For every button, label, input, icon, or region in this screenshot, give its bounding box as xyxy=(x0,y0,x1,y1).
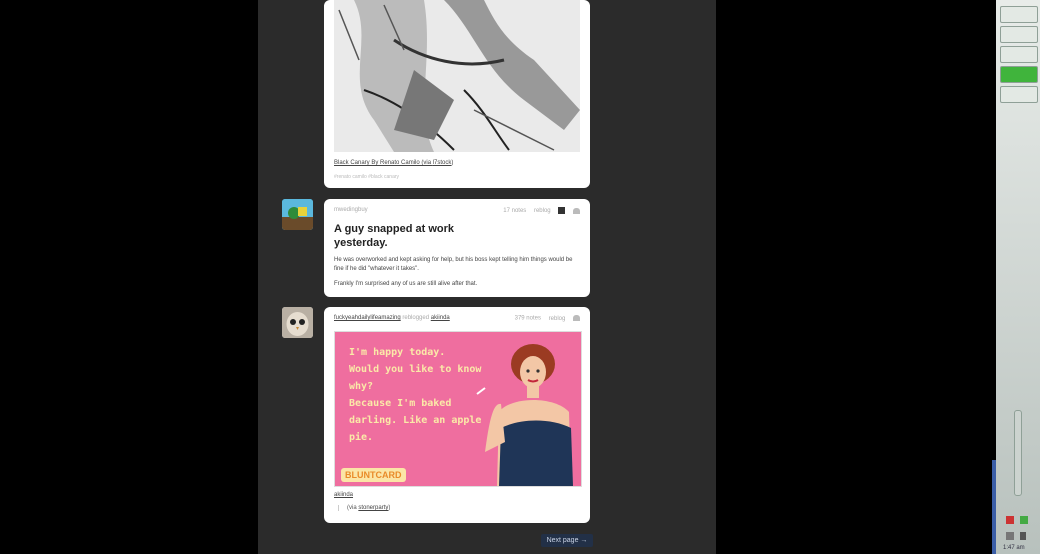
notepad-icon[interactable] xyxy=(1000,26,1038,43)
network-icon[interactable] xyxy=(1006,516,1014,524)
post-text: mwedingbuy 17 notes reblog A guy snapped… xyxy=(324,199,590,297)
caption-text[interactable]: Black Canary By Renato Camilo (via xyxy=(334,160,433,166)
app-active-icon[interactable] xyxy=(1000,66,1038,83)
monitor-icon[interactable] xyxy=(1006,532,1014,540)
retro-woman-illustration xyxy=(476,344,573,486)
reblogged-label: reblogged xyxy=(402,315,430,321)
next-page-button[interactable]: Next page → xyxy=(541,534,593,547)
blank-pane xyxy=(730,0,992,554)
post-title: A guy snapped at work yesterday. xyxy=(334,223,455,249)
folder-icon-2[interactable] xyxy=(1000,86,1038,103)
post-body-2: Frankly I'm surprised any of us are stil… xyxy=(334,281,478,287)
ask-icon[interactable] xyxy=(558,207,566,214)
heart-icon[interactable] xyxy=(573,207,580,214)
notes-count[interactable]: 379 notes xyxy=(515,316,541,322)
post-caption: Black Canary By Renato Camilo (via l7sto… xyxy=(334,160,453,166)
via-suffix: ) xyxy=(388,505,391,511)
post-meta: mwedingbuy 17 notes reblog xyxy=(334,207,580,217)
caption-end: ) xyxy=(451,160,454,166)
notes-count[interactable]: 17 notes xyxy=(503,208,526,214)
source-user-link[interactable]: akiinda xyxy=(431,315,450,321)
reblog-link[interactable]: reblog xyxy=(549,316,566,322)
post-image: Black Canary By Renato Camilo (via l7sto… xyxy=(324,0,590,188)
post-tags[interactable]: #renato camilo #black canary xyxy=(334,174,399,180)
status-icon[interactable] xyxy=(1020,516,1028,524)
via-quote: (via stonerparty) xyxy=(338,505,390,511)
via-prefix: (via xyxy=(347,505,359,511)
source-link[interactable]: akiinda xyxy=(334,492,353,498)
ecard-brand: BLUNTCARD xyxy=(341,468,406,482)
clock: 1:47 am xyxy=(1003,545,1025,551)
post-meta: fuckyeahdailylifeamazing reblogged akiin… xyxy=(334,315,580,325)
via-link[interactable]: l7stock xyxy=(433,160,452,166)
via-link[interactable]: stonerparty xyxy=(358,505,388,511)
firefox-icon[interactable] xyxy=(1000,46,1038,63)
os-sidebar xyxy=(996,0,1040,554)
post-username[interactable]: mwedingbuy xyxy=(334,207,368,213)
reblog-link[interactable]: reblog xyxy=(534,208,551,214)
ecard-image: I'm happy today. Would you like to know … xyxy=(334,331,582,487)
avatar[interactable] xyxy=(282,199,313,230)
post-reblog: fuckyeahdailylifeamazing reblogged akiin… xyxy=(324,307,590,523)
post-username: fuckyeahdailylifeamazing reblogged akiin… xyxy=(334,315,450,321)
folder-icon[interactable] xyxy=(1000,6,1038,23)
reblogger-link[interactable]: fuckyeahdailylifeamazing xyxy=(334,315,401,321)
volume-slider[interactable] xyxy=(1014,410,1022,496)
speaker-icon[interactable] xyxy=(1020,532,1026,540)
post-body: He was overworked and kept asking for he… xyxy=(334,257,573,272)
heart-icon[interactable] xyxy=(573,315,580,321)
avatar[interactable] xyxy=(282,307,313,338)
comic-illustration xyxy=(334,0,580,152)
